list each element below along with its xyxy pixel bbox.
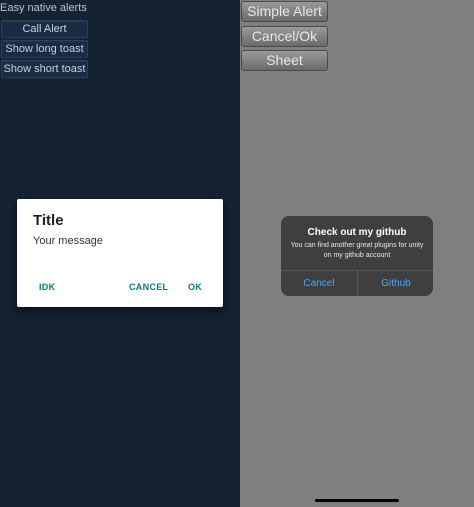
dialog-ok-button[interactable]: OK bbox=[188, 282, 202, 292]
dialog-title: Title bbox=[33, 212, 64, 229]
ios-github-button[interactable]: Github bbox=[358, 271, 433, 296]
ios-alert-message: You can find another great plugins for u… bbox=[290, 242, 424, 259]
screen: Easy native alerts Call Alert Show long … bbox=[0, 0, 474, 507]
dialog-message: Your message bbox=[33, 235, 103, 247]
call-alert-button[interactable]: Call Alert bbox=[1, 20, 88, 38]
dialog-idk-button[interactable]: IDK bbox=[39, 282, 55, 292]
show-long-toast-button[interactable]: Show long toast bbox=[1, 40, 88, 58]
home-indicator bbox=[315, 499, 399, 502]
ios-alert-dialog: Check out my github You can find another… bbox=[281, 216, 433, 296]
sheet-button[interactable]: Sheet bbox=[241, 50, 328, 71]
dialog-cancel-button[interactable]: CANCEL bbox=[129, 282, 168, 292]
cancel-ok-button[interactable]: Cancel/Ok bbox=[241, 26, 328, 47]
ios-alert-title: Check out my github bbox=[307, 227, 407, 238]
show-short-toast-button[interactable]: Show short toast bbox=[1, 60, 88, 78]
app-title: Easy native alerts bbox=[0, 2, 87, 14]
ios-panel: Simple Alert Cancel/Ok Sheet Check out m… bbox=[240, 0, 474, 507]
ios-cancel-button[interactable]: Cancel bbox=[281, 271, 357, 296]
simple-alert-button[interactable]: Simple Alert bbox=[241, 1, 328, 22]
android-alert-dialog: Title Your message IDK CANCEL OK bbox=[17, 199, 223, 307]
android-panel: Easy native alerts Call Alert Show long … bbox=[0, 0, 240, 507]
